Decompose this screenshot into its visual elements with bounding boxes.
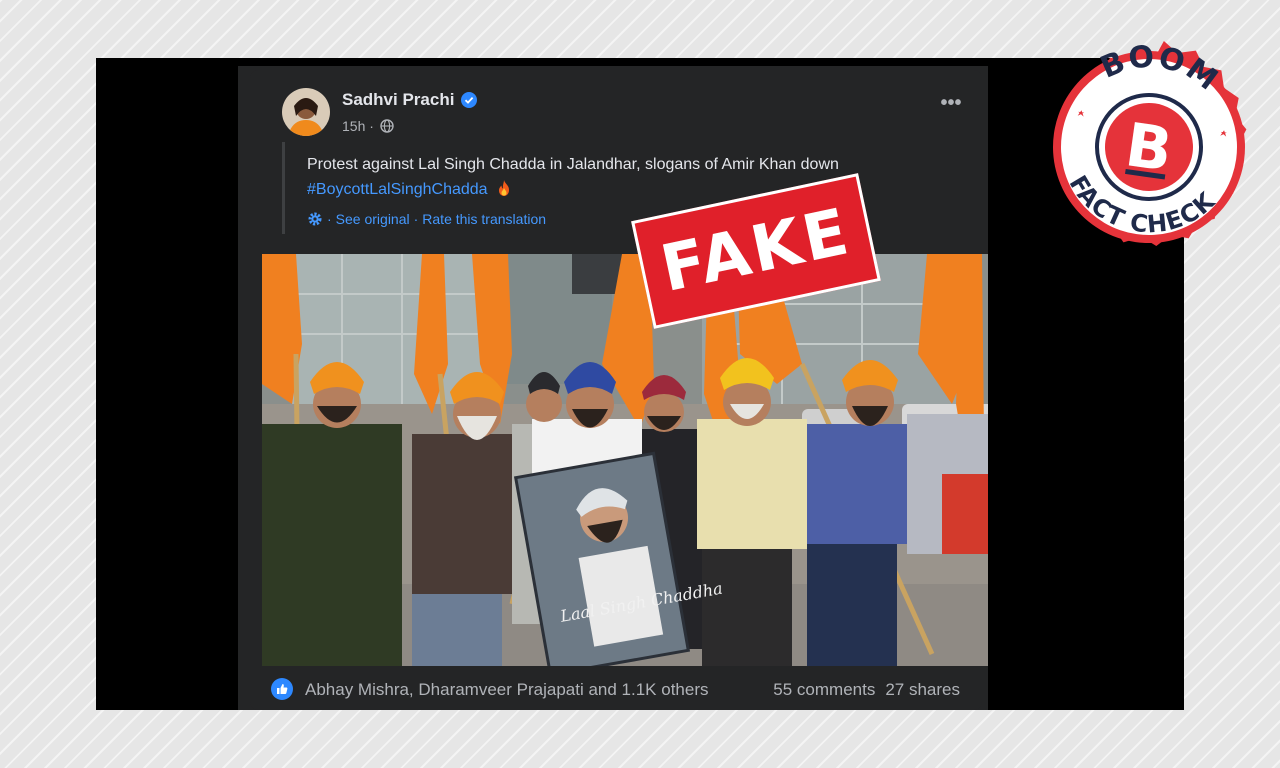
shares-count[interactable]: 27 shares (885, 680, 960, 700)
rate-translation-link[interactable]: Rate this translation (422, 211, 546, 227)
time-separator: · (369, 118, 374, 134)
translation-quote-bar (282, 142, 285, 234)
post-container: Sadhvi Prachi 15h · ••• Protest against … (250, 70, 988, 710)
post-timestamp[interactable]: 15h · (342, 118, 374, 134)
more-options-icon[interactable]: ••• (938, 93, 964, 113)
see-original-link[interactable]: See original (336, 211, 410, 227)
author-avatar[interactable] (282, 88, 330, 136)
engagement-stats: 55 comments 27 shares (773, 680, 960, 700)
hashtag-link[interactable]: #BoycottLalSinghChadda (307, 181, 488, 198)
gear-icon[interactable] (307, 211, 323, 227)
post-text: Protest against Lal Singh Chadda in Jala… (307, 156, 839, 173)
fire-emoji-icon (499, 180, 510, 196)
facebook-post-card: Sadhvi Prachi 15h · ••• Protest against … (238, 66, 988, 710)
boom-fact-check-logo: B BOOM FACT CHECK (1053, 31, 1247, 248)
post-time-text[interactable]: 15h (342, 118, 365, 134)
reactions-footer: Abhay Mishra, Dharamveer Prajapati and 1… (250, 668, 982, 710)
comments-count[interactable]: 55 comments (773, 680, 875, 700)
reactors-text[interactable]: Abhay Mishra, Dharamveer Prajapati and 1… (305, 680, 708, 700)
verified-badge-icon (461, 92, 477, 108)
author-name[interactable]: Sadhvi Prachi (342, 90, 454, 110)
separator-dot: · (327, 211, 332, 227)
like-icon[interactable] (271, 678, 293, 700)
post-photo[interactable]: Laal Singh Chaddha (262, 254, 988, 666)
separator-dot: · (413, 211, 419, 227)
globe-icon[interactable] (380, 119, 394, 133)
translation-row: · See original · Rate this translation (307, 211, 546, 227)
